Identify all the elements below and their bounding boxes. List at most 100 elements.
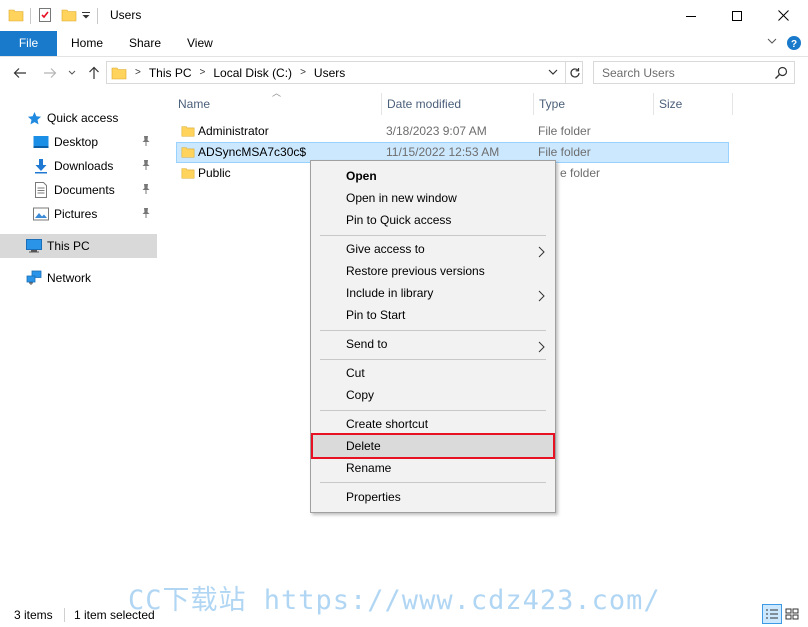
forward-button[interactable]: [40, 64, 60, 82]
nav-label: Documents: [54, 183, 115, 197]
recent-locations-button[interactable]: [66, 64, 78, 82]
menu-item-pin-start[interactable]: Pin to Start: [313, 304, 553, 326]
menu-label: Give access to: [346, 242, 425, 256]
file-name: ADSyncMSA7c30c$: [198, 145, 307, 159]
table-row[interactable]: Administrator 3/18/2023 9:07 AM File fol…: [176, 121, 729, 142]
view-switcher: [762, 604, 802, 624]
menu-item-open[interactable]: Open: [313, 165, 553, 187]
file-date: 11/15/2022 12:53 AM: [386, 145, 500, 159]
column-divider[interactable]: [732, 93, 733, 115]
nav-label: Downloads: [54, 159, 114, 173]
minimize-button[interactable]: [668, 0, 714, 31]
details-view-button[interactable]: [762, 604, 782, 624]
back-button[interactable]: [10, 64, 30, 82]
nav-label: Network: [47, 271, 92, 285]
computer-icon: [26, 238, 42, 254]
customize-qat-icon[interactable]: [81, 9, 91, 23]
close-button[interactable]: [760, 0, 806, 31]
menu-item-properties[interactable]: Properties: [313, 486, 553, 508]
ribbon-tabs: File Home Share View ?: [0, 31, 808, 57]
column-divider[interactable]: [533, 93, 534, 115]
new-folder-icon[interactable]: [61, 7, 77, 26]
chevron-right-icon[interactable]: >: [200, 67, 206, 78]
pin-icon[interactable]: [141, 183, 151, 198]
menu-separator: [320, 235, 546, 236]
pictures-icon: [33, 206, 49, 222]
column-header-date[interactable]: Date modified: [387, 93, 461, 115]
column-divider[interactable]: [653, 93, 654, 115]
tab-home[interactable]: Home: [57, 31, 117, 56]
file-type: e folder: [560, 166, 601, 180]
column-header-size[interactable]: Size: [659, 93, 682, 115]
nav-item-network[interactable]: Network: [0, 266, 157, 290]
pin-icon[interactable]: [141, 135, 151, 150]
menu-item-pin-quick-access[interactable]: Pin to Quick access: [313, 209, 553, 231]
chevron-right-icon[interactable]: >: [135, 67, 141, 78]
menu-item-send-to[interactable]: Send to: [313, 333, 553, 355]
column-divider[interactable]: [381, 93, 382, 115]
column-header-type[interactable]: Type: [539, 93, 565, 115]
large-icons-view-button[interactable]: [782, 604, 802, 624]
menu-item-copy[interactable]: Copy: [313, 384, 553, 406]
menu-separator: [320, 330, 546, 331]
menu-item-include-library[interactable]: Include in library: [313, 282, 553, 304]
navigation-pane: Quick access Desktop Downloads Documents: [0, 89, 160, 597]
status-item-count: 3 items: [14, 608, 53, 622]
status-selected-count: 1 item selected: [74, 608, 155, 622]
crumb-local-disk[interactable]: Local Disk (C:): [213, 66, 292, 80]
menu-item-create-shortcut[interactable]: Create shortcut: [313, 413, 553, 435]
nav-label: Desktop: [54, 135, 99, 149]
tab-share[interactable]: Share: [115, 31, 175, 56]
folder-icon: [8, 7, 24, 26]
properties-icon[interactable]: [37, 7, 53, 26]
pin-icon[interactable]: [141, 207, 151, 222]
window-title: Users: [110, 8, 142, 22]
svg-text:?: ?: [791, 39, 797, 50]
nav-label: Pictures: [54, 207, 98, 221]
folder-icon: [181, 124, 195, 141]
menu-item-open-new-window[interactable]: Open in new window: [313, 187, 553, 209]
menu-separator: [320, 410, 546, 411]
document-icon: [33, 182, 49, 198]
menu-item-cut[interactable]: Cut: [313, 362, 553, 384]
menu-label: Include in library: [346, 286, 434, 300]
nav-label: This PC: [47, 239, 90, 253]
search-icon[interactable]: [774, 66, 788, 83]
menu-label: Send to: [346, 337, 388, 351]
file-name: Administrator: [198, 124, 269, 138]
breadcrumb: > This PC > Local Disk (C:) > Users: [111, 62, 345, 83]
folder-icon: [181, 145, 195, 162]
nav-item-quick-access[interactable]: Quick access: [0, 106, 157, 130]
search-input[interactable]: Search Users: [593, 61, 795, 84]
tab-view[interactable]: View: [173, 31, 227, 56]
file-type: File folder: [538, 124, 591, 138]
refresh-button[interactable]: [565, 62, 583, 83]
expand-ribbon-icon[interactable]: [767, 35, 777, 49]
crumb-this-pc[interactable]: This PC: [149, 66, 192, 80]
address-bar[interactable]: > This PC > Local Disk (C:) > Users: [106, 61, 583, 84]
nav-item-desktop[interactable]: Desktop: [0, 130, 157, 154]
help-icon[interactable]: ?: [786, 35, 802, 54]
up-button[interactable]: [86, 64, 102, 82]
context-menu: Open Open in new window Pin to Quick acc…: [310, 160, 556, 513]
menu-item-rename[interactable]: Rename: [313, 457, 553, 479]
nav-item-pictures[interactable]: Pictures: [0, 202, 157, 226]
menu-item-restore-versions[interactable]: Restore previous versions: [313, 260, 553, 282]
tab-file[interactable]: File: [0, 31, 57, 56]
pin-icon[interactable]: [141, 159, 151, 174]
status-bar: 3 items 1 item selected: [0, 603, 808, 627]
chevron-right-icon[interactable]: >: [300, 67, 306, 78]
address-history-dropdown[interactable]: [547, 65, 559, 82]
star-icon: [26, 110, 42, 126]
crumb-users[interactable]: Users: [314, 66, 345, 80]
nav-label: Quick access: [47, 111, 119, 125]
desktop-icon: [33, 134, 49, 150]
nav-item-this-pc[interactable]: This PC: [0, 234, 157, 258]
network-icon: [26, 270, 42, 286]
maximize-button[interactable]: [714, 0, 760, 31]
menu-item-give-access[interactable]: Give access to: [313, 238, 553, 260]
column-header-name[interactable]: Name: [178, 93, 210, 115]
sort-ascending-icon: ︿: [272, 88, 282, 98]
nav-item-downloads[interactable]: Downloads: [0, 154, 157, 178]
nav-item-documents[interactable]: Documents: [0, 178, 157, 202]
